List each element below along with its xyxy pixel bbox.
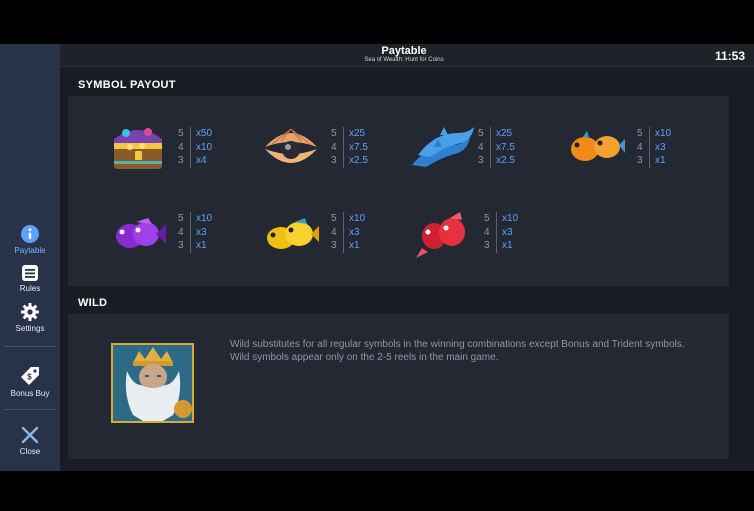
sidebar-item-label: Bonus Buy xyxy=(10,389,50,398)
payout-multiplier: x3 xyxy=(349,226,360,238)
payout-table: 5 x10 4 x3 3 x1 xyxy=(331,212,365,253)
payout-table: 5 x25 4 x7.5 3 x2.5 xyxy=(478,127,515,168)
game-subtitle: Sea of Wealth: Hunt for Coins xyxy=(364,57,444,63)
wild-heading: WILD xyxy=(78,297,108,309)
payout-table: 5 x10 4 x3 3 x1 xyxy=(637,127,671,168)
payout-item-dolphins: 5 x25 4 x7.5 3 x2.5 xyxy=(408,123,553,175)
payout-multiplier: x2.5 xyxy=(496,155,515,166)
payout-count: 4 xyxy=(331,226,337,238)
payout-multiplier: x3 xyxy=(655,141,666,153)
payout-multiplier: x4 xyxy=(196,155,207,166)
payout-item-pearl-shell: 5 x25 4 x7.5 3 x2.5 xyxy=(261,123,406,175)
payout-item-orange-pufferfish: 5 x10 4 x3 3 x1 xyxy=(567,123,712,175)
payout-multiplier: x1 xyxy=(196,240,207,251)
sidebar-item-close[interactable]: Close xyxy=(0,425,60,456)
payout-count: 5 xyxy=(478,128,484,139)
payout-table: 5 x10 4 x3 3 x1 xyxy=(178,212,212,253)
price-tag-icon: $ xyxy=(21,367,39,385)
payout-count: 4 xyxy=(478,141,484,153)
payout-count: 5 xyxy=(331,128,337,139)
sidebar-item-label: Rules xyxy=(19,284,41,293)
payout-item-red-fish: 5 x10 4 x3 3 x1 xyxy=(414,208,559,260)
payout-count: 5 xyxy=(484,213,490,224)
payout-count: 4 xyxy=(178,141,184,153)
poseidon-wild-icon xyxy=(111,343,194,423)
payout-count: 3 xyxy=(178,155,184,166)
sidebar-item-label: Paytable xyxy=(14,246,46,255)
header-bar: Paytable Sea of Wealth: Hunt for Coins 1… xyxy=(60,44,754,67)
paytable-screen: Paytable Sea of Wealth: Hunt for Coins 1… xyxy=(0,44,754,471)
sidebar-item-rules[interactable]: Rules xyxy=(0,264,60,293)
gear-icon xyxy=(21,303,39,321)
purple-fish-icon xyxy=(116,218,166,248)
sidebar-divider xyxy=(4,346,56,347)
payout-item-purple-fish: 5 x10 4 x3 3 x1 xyxy=(108,208,253,260)
payout-count: 4 xyxy=(331,141,337,153)
clock: 11:53 xyxy=(714,49,745,63)
sidebar: Paytable Rules Settings $ Bonus Buy Clos… xyxy=(0,44,60,471)
payout-count: 3 xyxy=(484,240,490,251)
payout-multiplier: x10 xyxy=(349,213,366,224)
payout-table: 5 x25 4 x7.5 3 x2.5 xyxy=(331,127,368,168)
payout-table: 5 x10 4 x3 3 x1 xyxy=(484,212,518,253)
red-fish-icon xyxy=(416,212,465,258)
payout-count: 4 xyxy=(484,226,490,238)
page-title: Paytable xyxy=(381,45,427,57)
symbol-payout-heading: SYMBOL PAYOUT xyxy=(78,79,176,91)
treasure-chest-icon xyxy=(114,128,162,169)
payout-multiplier: x2.5 xyxy=(349,155,368,166)
payout-multiplier: x1 xyxy=(349,240,360,251)
payout-count: 3 xyxy=(331,155,337,166)
payout-multiplier: x50 xyxy=(196,128,213,139)
payout-count: 3 xyxy=(178,240,184,251)
pearl-shell-icon xyxy=(265,128,317,163)
payout-multiplier: x7.5 xyxy=(496,141,515,153)
wild-description-line: Wild symbols appear only on the 2-5 reel… xyxy=(230,352,499,363)
sidebar-item-bonus-buy[interactable]: $ Bonus Buy xyxy=(0,365,60,398)
payout-table: 5 x50 4 x10 3 x4 xyxy=(178,127,212,168)
payout-multiplier: x10 xyxy=(196,213,213,224)
payout-count: 3 xyxy=(331,240,337,251)
payout-count: 3 xyxy=(478,155,484,166)
payout-count: 5 xyxy=(178,128,184,139)
payout-multiplier: x25 xyxy=(349,128,366,139)
payout-multiplier: x3 xyxy=(196,226,207,238)
sidebar-item-label: Close xyxy=(19,447,41,456)
payout-multiplier: x10 xyxy=(502,213,519,224)
orange-pufferfish-icon xyxy=(571,131,625,161)
symbol-payout-panel: 5 x50 4 x10 3 x4 5 x25 4 x7.5 3 x2.5 5 x… xyxy=(68,96,729,286)
svg-text:$: $ xyxy=(27,373,32,382)
payout-multiplier: x10 xyxy=(196,141,213,153)
sidebar-item-settings[interactable]: Settings xyxy=(0,302,60,333)
dolphins-icon xyxy=(412,127,474,167)
payout-count: 4 xyxy=(637,141,643,153)
payout-count: 5 xyxy=(331,213,337,224)
sidebar-item-paytable[interactable]: Paytable xyxy=(0,224,60,255)
payout-count: 5 xyxy=(637,128,643,139)
payout-item-yellow-fish: 5 x10 4 x3 3 x1 xyxy=(261,208,406,260)
info-icon xyxy=(21,225,39,243)
payout-multiplier: x10 xyxy=(655,128,672,139)
payout-multiplier: x1 xyxy=(655,155,666,166)
payout-count: 4 xyxy=(178,226,184,238)
payout-multiplier: x3 xyxy=(502,226,513,238)
wild-panel: Wild substitutes for all regular symbols… xyxy=(68,314,729,459)
payout-multiplier: x1 xyxy=(502,240,513,251)
payout-item-treasure-chest: 5 x50 4 x10 3 x4 xyxy=(108,123,253,175)
wild-description: Wild substitutes for all regular symbols… xyxy=(230,338,710,364)
yellow-fish-icon xyxy=(267,218,319,249)
close-icon xyxy=(21,426,39,444)
payout-count: 5 xyxy=(178,213,184,224)
rules-list-icon xyxy=(22,265,38,281)
wild-description-line: Wild substitutes for all regular symbols… xyxy=(230,339,685,350)
payout-multiplier: x7.5 xyxy=(349,141,368,153)
payout-count: 3 xyxy=(637,155,643,166)
sidebar-item-label: Settings xyxy=(15,324,45,333)
payout-multiplier: x25 xyxy=(496,128,513,139)
sidebar-divider xyxy=(4,409,56,410)
